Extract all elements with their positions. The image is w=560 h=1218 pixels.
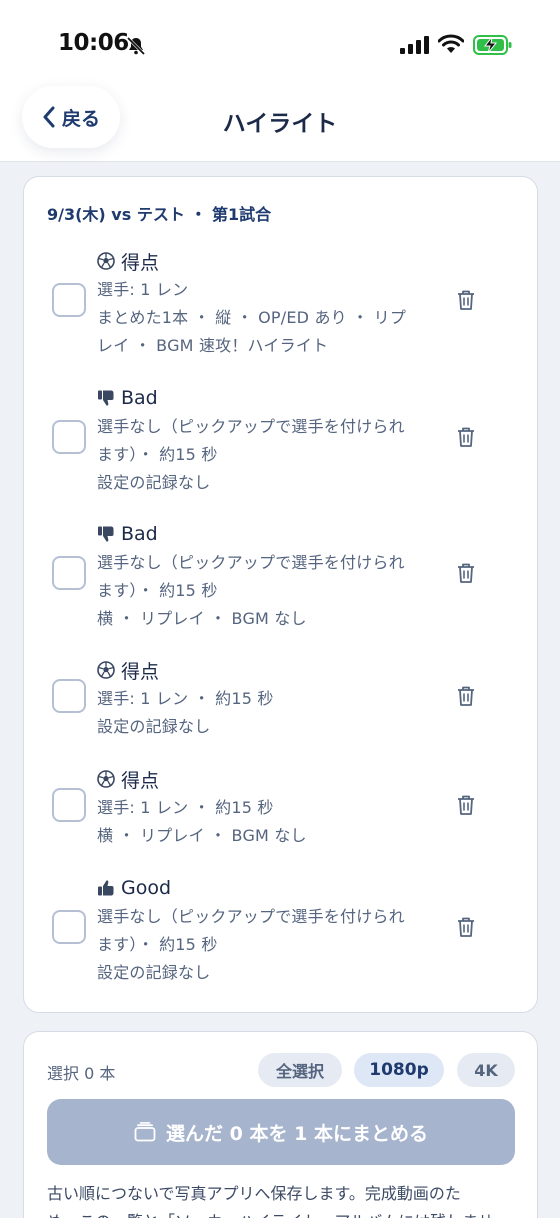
clip-detail: ます）・ 約15 秒 — [97, 935, 218, 954]
merge-button-label: 選んだ 0 本を 1 本にまとめる — [166, 1122, 428, 1145]
clip-detail: レイ ・ BGM 速攻！ハイライト — [97, 336, 329, 355]
clip-detail: 設定の記録なし — [97, 963, 211, 982]
merge-note-line: め、この一覧と「ソッカーハイライト」アルバムには残しませ — [47, 1208, 517, 1218]
clip-checkbox[interactable] — [52, 283, 86, 317]
stack-icon — [134, 1122, 156, 1142]
navigation-bar: 戻る ハイライト — [0, 84, 560, 162]
clip-checkbox[interactable] — [52, 910, 86, 944]
clip-detail: ます）・ 約15 秒 — [97, 445, 218, 464]
clip-detail: 選手: 1 レン ・ 約15 秒 — [97, 689, 274, 708]
clip-header: Good — [97, 874, 171, 902]
selection-count: 選択 0 本 — [47, 1064, 116, 1083]
match-title: 9/3(木) vs テスト ・ 第1試合 — [47, 205, 272, 224]
resolution-4k-button[interactable]: 4K — [457, 1053, 515, 1087]
clip-header: 得点 — [97, 765, 159, 793]
clip-detail: 選手なし（ピックアップで選手を付けられ — [97, 417, 405, 436]
soccer-ball-icon — [97, 770, 115, 788]
status-bar: 10:06 — [0, 0, 560, 84]
clip-detail: 選手なし（ピックアップで選手を付けられ — [97, 553, 405, 572]
clip-detail: 設定の記録なし — [97, 473, 211, 492]
trash-icon[interactable] — [456, 794, 476, 816]
clip-item: Bad 選手なし（ピックアップで選手を付けられ ます）・ 約15 秒 横 ・ リ… — [24, 520, 539, 630]
clip-detail: まとめた1本 ・ 縦 ・ OP/ED あり ・ リプ — [97, 308, 407, 327]
trash-icon[interactable] — [456, 562, 476, 584]
clip-label: Good — [121, 877, 172, 899]
trash-icon[interactable] — [456, 426, 476, 448]
clip-label: 得点 — [121, 660, 160, 683]
clip-checkbox[interactable] — [52, 420, 86, 454]
clip-item: 得点 選手: 1 レン まとめた1本 ・ 縦 ・ OP/ED あり ・ リプ レ… — [24, 247, 539, 357]
clip-detail: 横 ・ リプレイ ・ BGM なし — [97, 826, 307, 845]
bell-slash-icon — [126, 36, 146, 56]
clip-label: Bad — [121, 523, 158, 545]
battery-charging-icon — [473, 35, 512, 55]
clip-header: Bad — [97, 520, 158, 548]
clip-header: 得点 — [97, 247, 159, 275]
clip-checkbox[interactable] — [52, 679, 86, 713]
clip-detail: ます）・ 約15 秒 — [97, 581, 218, 600]
trash-icon[interactable] — [456, 289, 476, 311]
clip-item: Bad 選手なし（ピックアップで選手を付けられ ます）・ 約15 秒 設定の記録… — [24, 384, 539, 494]
clip-item: 得点 選手: 1 レン ・ 約15 秒 横 ・ リプレイ ・ BGM なし — [24, 765, 539, 847]
clip-detail: 選手: 1 レン — [97, 280, 189, 299]
page-title: ハイライト — [222, 111, 338, 137]
merge-note: 古い順につないで写真アプリへ保存します。完成動画のた め、この一覧と「ソッカーハ… — [47, 1180, 517, 1218]
thumbs-up-icon — [98, 880, 114, 896]
thumbs-down-icon — [98, 390, 114, 406]
clip-checkbox[interactable] — [52, 788, 86, 822]
clip-checkbox[interactable] — [52, 556, 86, 590]
soccer-ball-icon — [97, 252, 115, 270]
thumbs-down-icon — [98, 526, 114, 542]
trash-icon[interactable] — [456, 685, 476, 707]
clip-item: Good 選手なし（ピックアップで選手を付けられ ます）・ 約15 秒 設定の記… — [24, 874, 539, 984]
merge-card: 選択 0 本 全選択 1080p 4K 選んだ 0 本を 1 本にまとめる 古い… — [23, 1031, 538, 1218]
merge-clips-button[interactable]: 選んだ 0 本を 1 本にまとめる — [47, 1099, 515, 1165]
clip-label: 得点 — [121, 769, 160, 792]
trash-icon[interactable] — [456, 916, 476, 938]
clip-label: Bad — [121, 387, 158, 409]
clip-header: 得点 — [97, 656, 159, 684]
clip-detail: 設定の記録なし — [97, 717, 211, 736]
select-all-button[interactable]: 全選択 — [258, 1053, 342, 1087]
status-time: 10:06 — [58, 30, 129, 56]
cellular-signal-icon — [400, 36, 429, 54]
wifi-icon — [438, 34, 464, 53]
clip-item: 得点 選手: 1 レン ・ 約15 秒 設定の記録なし — [24, 656, 539, 738]
soccer-ball-icon — [97, 661, 115, 679]
resolution-1080p-button[interactable]: 1080p — [354, 1053, 444, 1087]
clip-list-card: 9/3(木) vs テスト ・ 第1試合 得点 選手: 1 レン まとめた1本 … — [23, 176, 538, 1013]
clip-detail: 選手: 1 レン ・ 約15 秒 — [97, 798, 274, 817]
clip-detail: 選手なし（ピックアップで選手を付けられ — [97, 907, 405, 926]
clip-label: 得点 — [121, 251, 160, 274]
merge-note-line: 古い順につないで写真アプリへ保存します。完成動画のた — [47, 1184, 461, 1203]
clip-detail: 横 ・ リプレイ ・ BGM なし — [97, 609, 307, 628]
clip-header: Bad — [97, 384, 158, 412]
